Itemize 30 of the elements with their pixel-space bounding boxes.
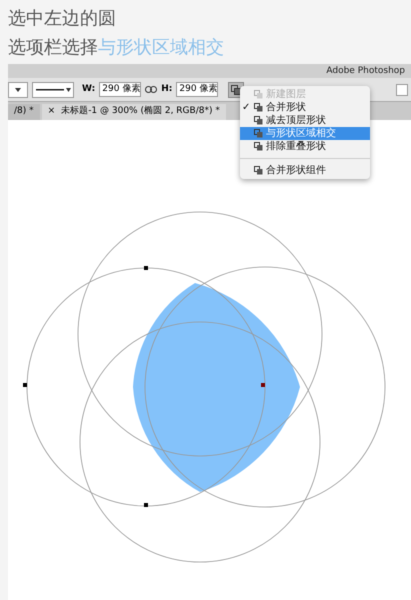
shape-mode-icon [254,166,263,175]
height-field[interactable]: 290 像素 [176,82,218,97]
height-label: H: [161,82,172,96]
check-icon: ✓ [242,102,250,112]
menu-label: 与形状区域相交 [266,128,336,140]
menu-label: 排除重叠形状 [266,140,326,152]
app-title: Adobe Photoshop [326,66,405,76]
combine-shapes-icon [231,84,242,94]
menu-label: 合并形状 [266,102,306,114]
menu-item[interactable]: 合并形状组件 [240,164,370,177]
link-icon[interactable] [145,86,158,93]
caret-icon [66,88,70,92]
dropdown[interactable] [8,82,28,98]
width-field[interactable]: 290 像素 [99,82,142,97]
menu-label: 合并形状组件 [266,164,326,176]
instruction: 选项栏选择与形状区域相交 [8,36,224,60]
line-icon [36,88,64,90]
document-tab[interactable]: × 未标题-1 @ 300% (椭圆 2, RGB/8*) * [42,104,226,120]
stroke-dropdown[interactable] [32,82,74,98]
menu-item[interactable]: 排除重叠形状 [240,140,370,153]
menu-label: 新建图层 [266,88,306,100]
close-icon[interactable]: × [48,105,56,119]
caret-icon [15,88,21,92]
menu-item[interactable]: 减去顶层形状 [240,114,370,127]
menu-item[interactable]: ✓ 合并形状 [240,101,370,114]
checkbox[interactable] [396,84,408,96]
menu-label: 减去顶层形状 [266,114,326,126]
document-tab[interactable]: /8) * [8,104,40,120]
heading: 选中左边的圆 [8,7,116,31]
width-label: W: [82,82,96,96]
